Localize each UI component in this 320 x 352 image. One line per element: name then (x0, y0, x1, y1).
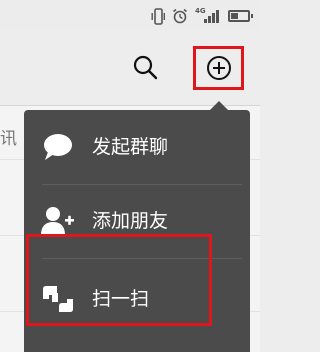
signal-icon: 4G (195, 7, 221, 24)
scan-item-highlight (26, 234, 212, 326)
chat-bubble-icon (44, 134, 72, 160)
partial-list-text: 讯 (0, 129, 17, 149)
status-bar: 4G (0, 0, 260, 30)
menu-divider (42, 184, 242, 185)
add-button-highlight (193, 46, 244, 90)
menu-item-group-chat[interactable]: 发起群聊 (24, 112, 250, 182)
menu-item-label: 添加朋友 (92, 210, 169, 232)
status-icons: 4G (151, 7, 253, 25)
search-icon[interactable] (130, 52, 160, 82)
battery-icon (228, 10, 253, 22)
menu-item-label: 发起群聊 (92, 136, 169, 158)
vibrate-icon (151, 7, 165, 25)
alarm-icon (173, 8, 187, 24)
add-friend-icon (41, 207, 74, 235)
